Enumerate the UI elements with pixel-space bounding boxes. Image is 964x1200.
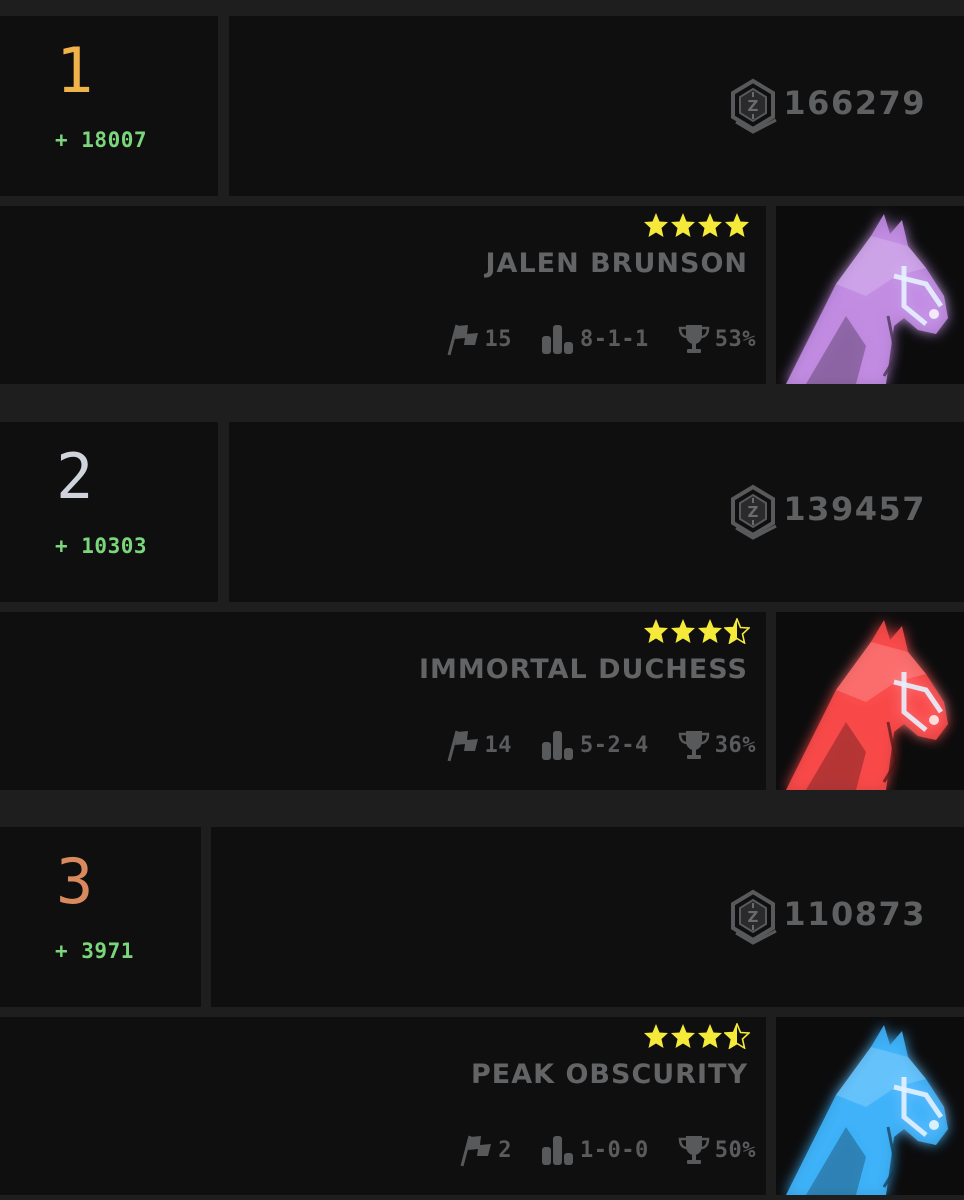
score-panel: Z 166279 [229,16,964,196]
star-rating [643,212,750,242]
rank-row: 2 + 10303 Z 139457 [0,422,964,602]
trophy-icon [677,1133,711,1167]
score-gain: + 18007 [55,128,148,152]
svg-text:Z: Z [748,97,759,115]
horse-name[interactable]: PEAK OBSCURITY [471,1059,748,1090]
horse-row[interactable]: PEAK OBSCURITY 2 1-0-0 50% [0,1017,964,1195]
horse-row[interactable]: IMMORTAL DUCHESS 14 5-2-4 36% [0,612,964,790]
win-rate-value: 36% [714,732,756,758]
horse-avatar[interactable] [776,1017,964,1195]
star-icon [644,213,668,237]
rank-number: 1 [56,34,94,107]
rank-number: 3 [56,845,94,918]
score-gain: + 10303 [55,534,148,558]
placings-stat: 8-1-1 [540,322,649,356]
win-rate-value: 53% [714,326,756,352]
trophy-icon [677,728,711,762]
horse-stats: 15 8-1-1 53% [415,321,756,357]
zed-coin-icon: Z [726,889,780,945]
horse-stats: 14 5-2-4 36% [415,727,756,763]
half-star-icon [724,618,750,644]
flag-icon [443,727,481,763]
placings-stat: 5-2-4 [540,728,649,762]
placings-value: 1-0-0 [580,1137,649,1163]
flag-icon [443,321,481,357]
rank-number: 2 [56,440,94,513]
rank-row: 3 + 3971 Z 110873 [0,827,964,1007]
horse-info-panel: IMMORTAL DUCHESS 14 5-2-4 36% [0,612,766,790]
star-rating [643,618,750,648]
podium-icon [540,1133,576,1167]
horse-avatar[interactable] [776,206,964,384]
races-stat: 14 [443,727,513,763]
star-icon [671,213,695,237]
star-icon [698,213,722,237]
star-icon [698,1024,722,1048]
podium-icon [540,728,576,762]
score-panel: Z 139457 [229,422,964,602]
races-value: 14 [484,732,513,758]
svg-text:Z: Z [748,908,759,926]
star-icon [698,619,722,643]
win-rate-stat: 50% [677,1133,756,1167]
races-stat: 2 [456,1132,512,1168]
win-rate-stat: 36% [677,728,756,762]
score-gain: + 3971 [55,939,134,963]
star-icon [644,619,668,643]
score-panel: Z 110873 [211,827,964,1007]
horse-info-panel: JALEN BRUNSON 15 8-1-1 53% [0,206,766,384]
rank-panel: 3 + 3971 [0,827,201,1007]
horse-name[interactable]: IMMORTAL DUCHESS [419,654,748,685]
placings-value: 5-2-4 [580,732,649,758]
win-rate-stat: 53% [677,322,756,356]
star-icon [671,1024,695,1048]
win-rate-value: 50% [714,1137,756,1163]
star-icon [671,619,695,643]
score-value: 166279 [783,84,926,122]
horse-avatar[interactable] [776,612,964,790]
score-value: 110873 [783,895,926,933]
rank-panel: 2 + 10303 [0,422,218,602]
races-value: 2 [498,1137,513,1163]
trophy-icon [677,322,711,356]
rank-row: 1 + 18007 Z 166279 [0,16,964,196]
races-value: 15 [484,326,513,352]
podium-icon [540,322,576,356]
star-icon [644,1024,668,1048]
star-icon [725,213,749,237]
zed-coin-icon: Z [726,78,780,134]
rank-panel: 1 + 18007 [0,16,218,196]
flag-icon [456,1132,494,1168]
score-value: 139457 [783,490,926,528]
races-stat: 15 [443,321,513,357]
zed-coin-icon: Z [726,484,780,540]
horse-stats: 2 1-0-0 50% [428,1132,756,1168]
half-star-icon [724,1023,750,1049]
star-rating [643,1023,750,1053]
svg-text:Z: Z [748,503,759,521]
placings-stat: 1-0-0 [540,1133,649,1167]
horse-info-panel: PEAK OBSCURITY 2 1-0-0 50% [0,1017,766,1195]
horse-name[interactable]: JALEN BRUNSON [486,248,748,279]
horse-row[interactable]: JALEN BRUNSON 15 8-1-1 53% [0,206,964,384]
placings-value: 8-1-1 [580,326,649,352]
